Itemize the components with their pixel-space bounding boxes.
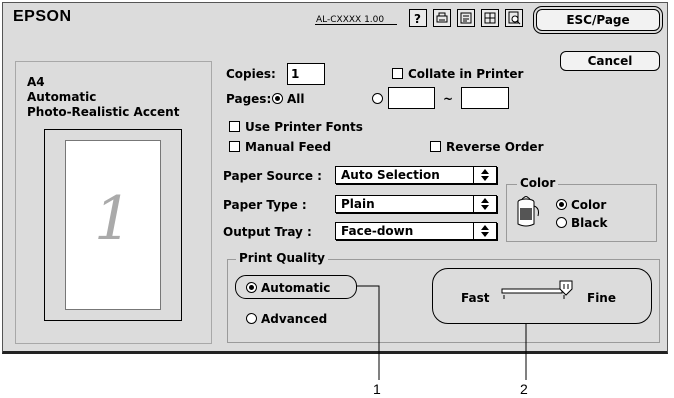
callout-2-label: 2 (520, 381, 528, 397)
callout-lines (356, 285, 527, 380)
callout-1-label: 1 (373, 381, 381, 397)
